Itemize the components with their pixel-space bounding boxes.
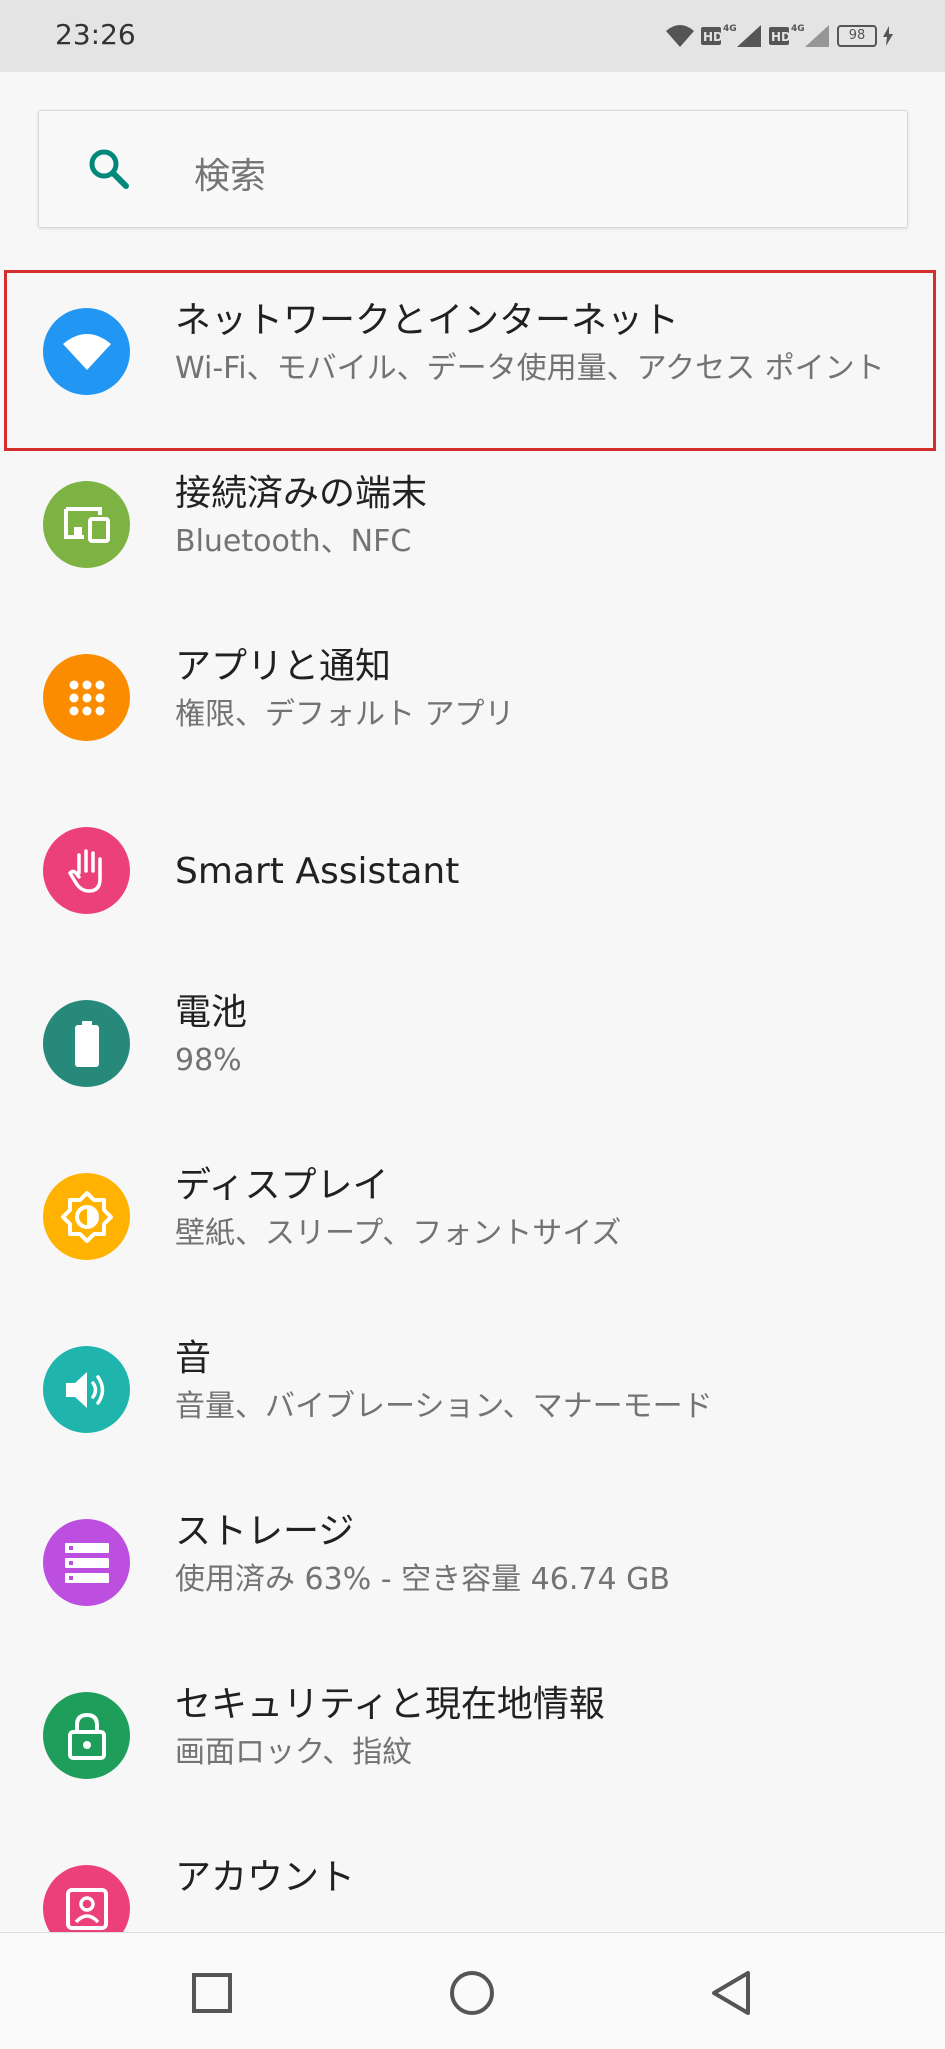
hd-4g-signal-icon: HD 4G xyxy=(701,21,763,51)
status-time: 23:26 xyxy=(55,18,136,51)
home-icon[interactable] xyxy=(442,1963,502,2023)
settings-list: ネットワークとインターネット Wi-Fi、モバイル、データ使用量、アクセス ポイ… xyxy=(0,270,945,1932)
setting-storage[interactable]: ストレージ 使用済み 63% - 空き容量 46.74 GB xyxy=(0,1481,945,1654)
search-icon xyxy=(83,143,135,195)
svg-text:4G: 4G xyxy=(791,24,805,34)
devices-icon xyxy=(43,481,130,568)
setting-title: アプリと通知 xyxy=(175,646,392,687)
hd-4g-signal-icon: HD 4G xyxy=(769,21,831,51)
setting-account[interactable]: アカウント xyxy=(0,1827,945,1932)
setting-battery[interactable]: 電池 98% xyxy=(0,962,945,1135)
battery-level: 98 xyxy=(848,28,866,43)
setting-title: Smart Assistant xyxy=(175,851,460,892)
apps-grid-icon xyxy=(43,654,130,741)
search-placeholder: 検索 xyxy=(194,156,267,197)
setting-title: 接続済みの端末 xyxy=(175,473,428,514)
setting-subtitle: 98% xyxy=(175,1043,242,1078)
setting-sound[interactable]: 音 音量、バイブレーション、マナーモード xyxy=(0,1308,945,1481)
setting-connected-devices[interactable]: 接続済みの端末 Bluetooth、NFC xyxy=(0,443,945,616)
setting-title: セキュリティと現在地情報 xyxy=(175,1684,605,1725)
charging-icon xyxy=(883,26,893,46)
setting-title: アカウント xyxy=(175,1857,356,1898)
setting-subtitle: 画面ロック、指紋 xyxy=(175,1735,413,1770)
hand-icon xyxy=(43,827,130,914)
setting-display[interactable]: ディスプレイ 壁紙、スリープ、フォントサイズ xyxy=(0,1135,945,1308)
brightness-icon xyxy=(43,1173,130,1260)
recents-icon[interactable] xyxy=(182,1963,242,2023)
setting-apps-notifications[interactable]: アプリと通知 権限、デフォルト アプリ xyxy=(0,616,945,789)
lock-icon xyxy=(43,1692,130,1779)
battery-icon: 98 xyxy=(837,25,877,47)
svg-text:HD: HD xyxy=(771,30,791,44)
setting-title: 電池 xyxy=(175,992,248,1033)
wifi-icon xyxy=(665,23,695,49)
svg-text:4G: 4G xyxy=(723,24,737,34)
setting-subtitle: Bluetooth、NFC xyxy=(175,524,412,559)
battery-icon xyxy=(43,1000,130,1087)
setting-subtitle: 壁紙、スリープ、フォントサイズ xyxy=(175,1216,622,1251)
setting-title: ディスプレイ xyxy=(175,1165,389,1206)
setting-security-location[interactable]: セキュリティと現在地情報 画面ロック、指紋 xyxy=(0,1654,945,1827)
storage-icon xyxy=(43,1519,130,1606)
search-bar[interactable]: 検索 xyxy=(38,110,908,228)
setting-network-internet[interactable]: ネットワークとインターネット Wi-Fi、モバイル、データ使用量、アクセス ポイ… xyxy=(0,270,945,451)
setting-subtitle: 使用済み 63% - 空き容量 46.74 GB xyxy=(175,1562,670,1597)
setting-title: 音 xyxy=(175,1338,212,1379)
status-icons: HD 4G HD 4G 98 xyxy=(665,20,893,52)
volume-icon xyxy=(43,1346,130,1433)
svg-text:HD: HD xyxy=(703,30,723,44)
setting-smart-assistant[interactable]: Smart Assistant xyxy=(0,789,945,962)
setting-subtitle: 音量、バイブレーション、マナーモード xyxy=(175,1389,713,1424)
back-icon[interactable] xyxy=(702,1963,762,2023)
setting-title: ネットワークとインターネット xyxy=(175,300,680,341)
status-bar: 23:26 HD 4G HD 4G 98 xyxy=(0,0,945,72)
navigation-bar xyxy=(0,1932,945,2049)
setting-title: ストレージ xyxy=(175,1511,355,1552)
wifi-icon xyxy=(43,308,130,395)
setting-subtitle: Wi-Fi、モバイル、データ使用量、アクセス ポイント xyxy=(175,351,885,386)
account-icon xyxy=(43,1865,130,1932)
setting-subtitle: 権限、デフォルト アプリ xyxy=(175,697,515,732)
